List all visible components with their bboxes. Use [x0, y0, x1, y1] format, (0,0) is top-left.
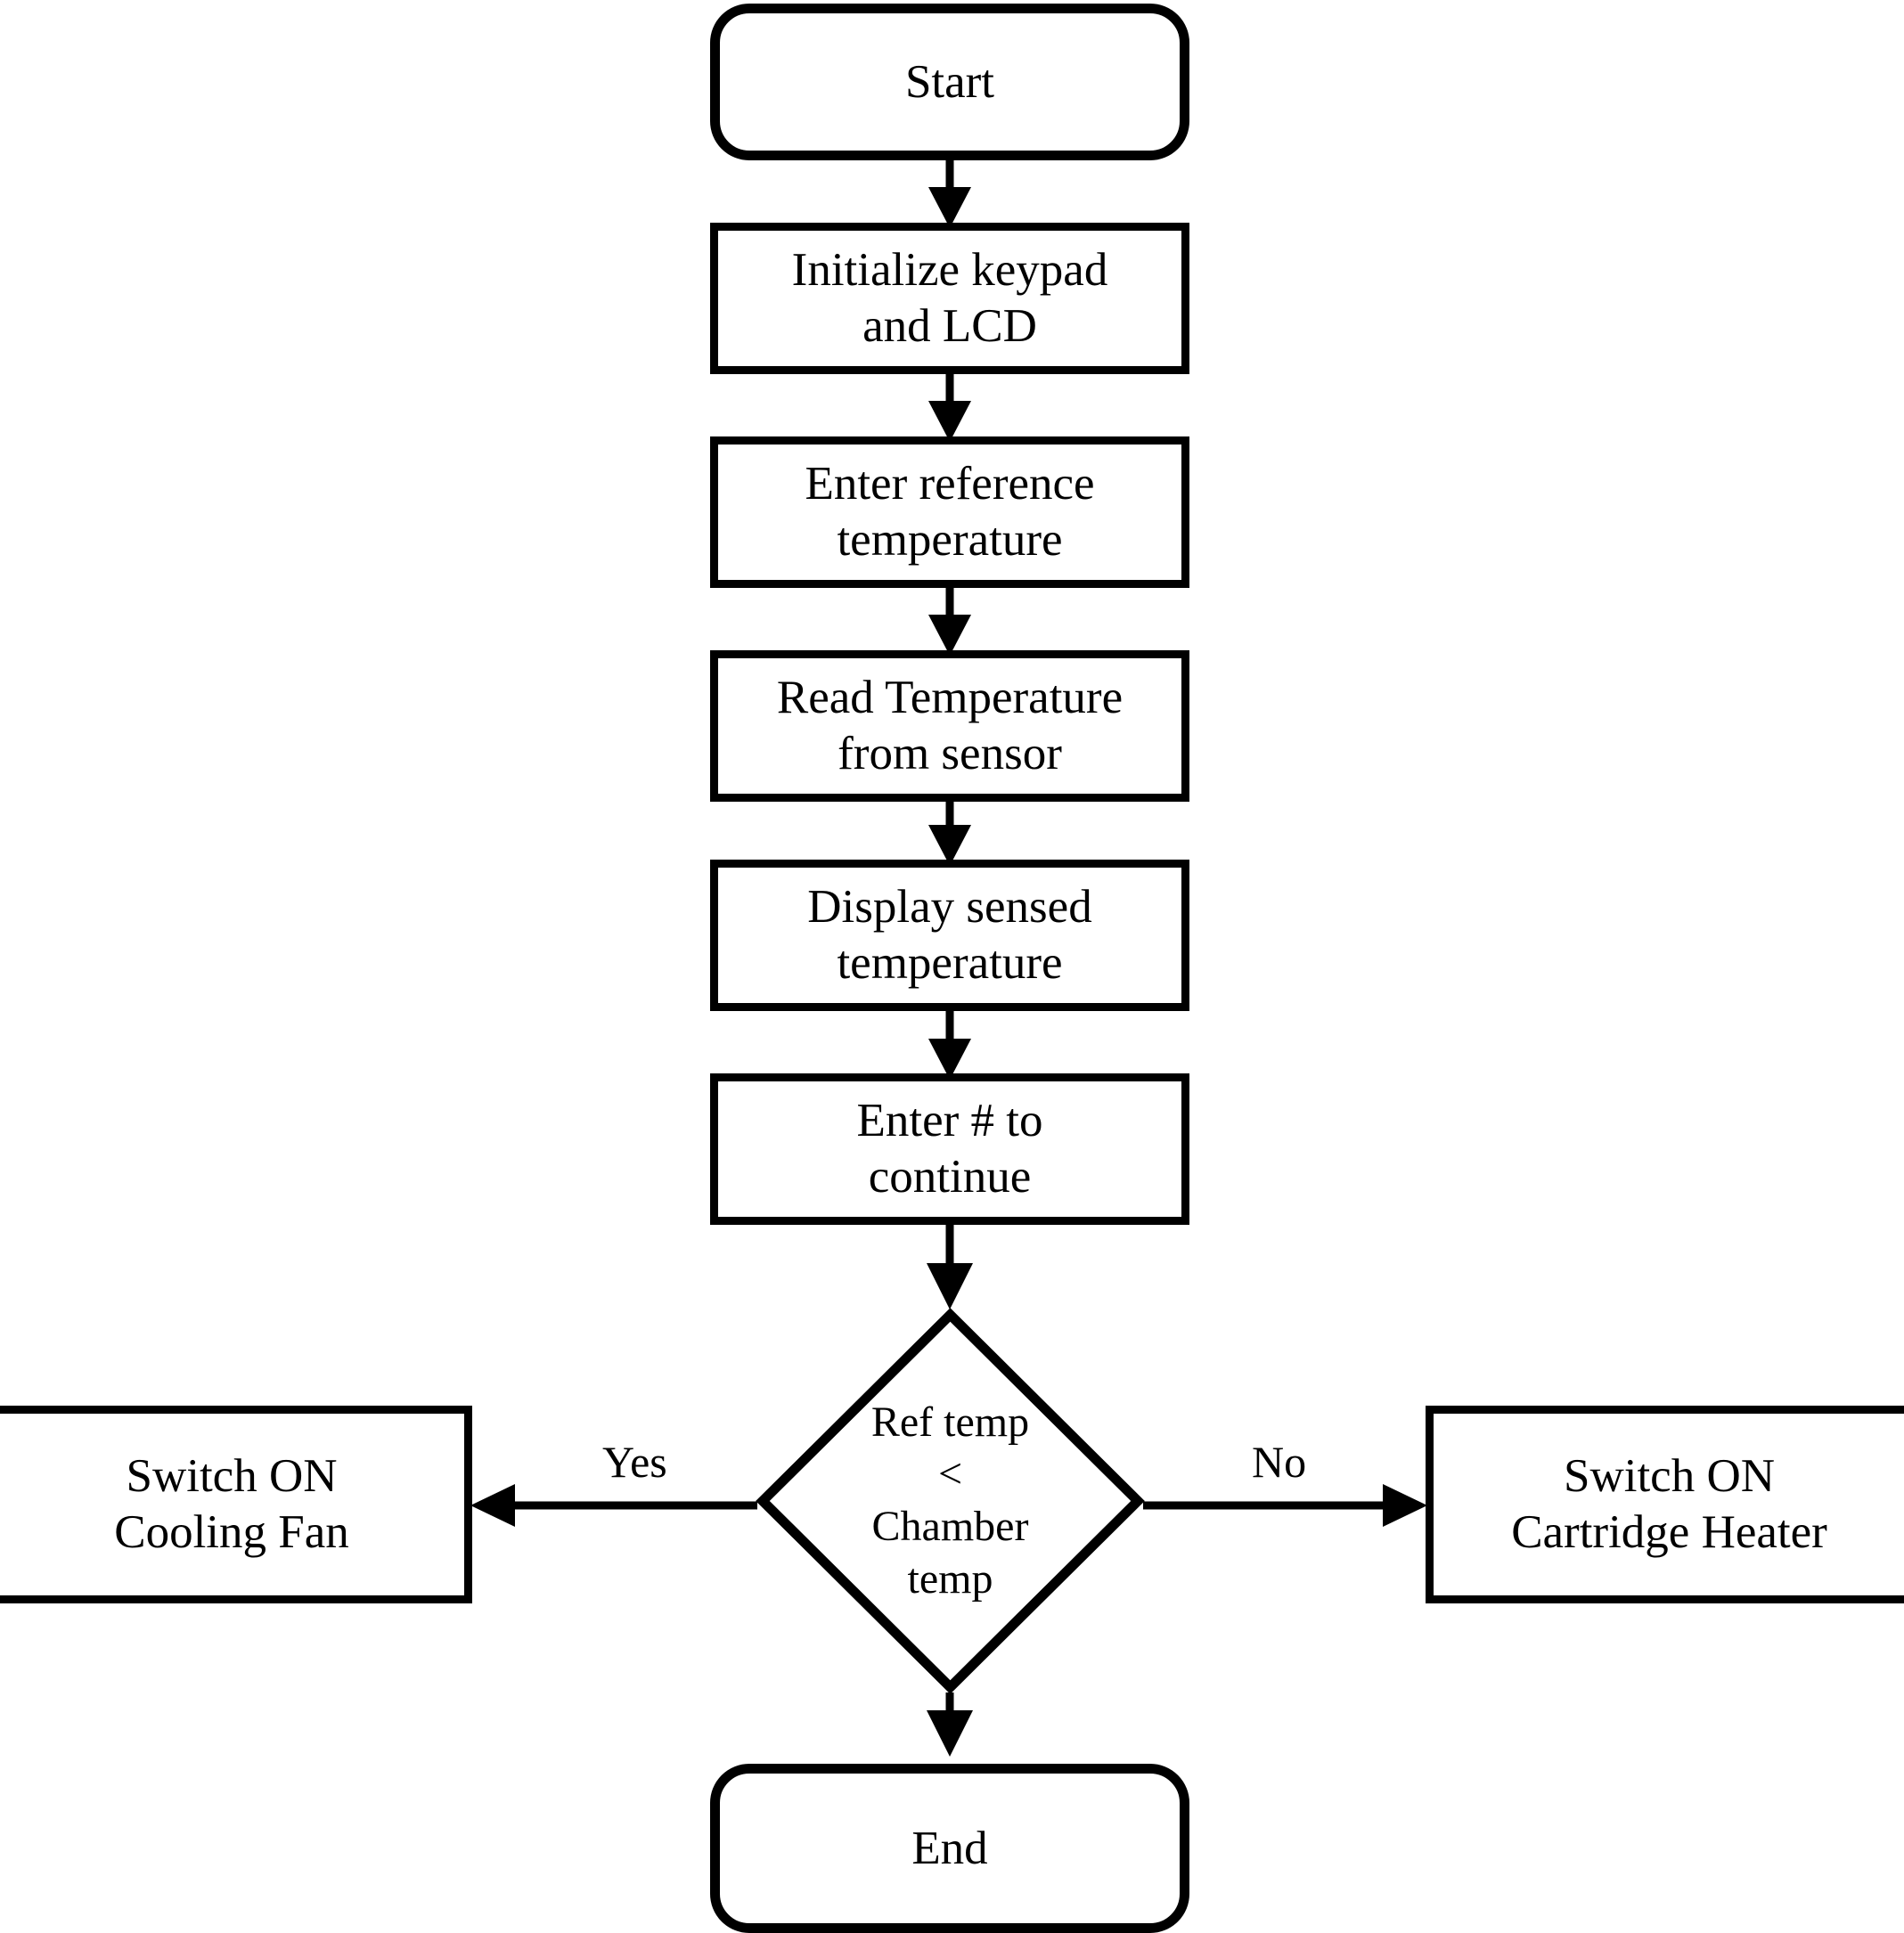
- node-end[interactable]: End: [710, 1764, 1189, 1933]
- node-display-sensed-temperature[interactable]: Display sensed temperature: [710, 860, 1189, 1011]
- node-start-label: Start: [904, 55, 995, 108]
- node-switch-on-cooling-fan[interactable]: Switch ON Cooling Fan: [0, 1406, 472, 1603]
- node-switch-on-cooling-fan-label: Switch ON Cooling Fan: [114, 1450, 349, 1558]
- node-start[interactable]: Start: [710, 4, 1189, 160]
- edge-init-to-enter-reference: [928, 374, 971, 442]
- node-display-sensed-temperature-label: Display sensed temperature: [807, 881, 1092, 989]
- node-enter-hash-to-continue[interactable]: Enter # to continue: [710, 1073, 1189, 1225]
- node-enter-reference-temperature[interactable]: Enter reference temperature: [710, 436, 1189, 588]
- edge-decision-to-cartridge-heater: [1143, 1484, 1427, 1527]
- edge-decision-to-cooling-fan: [470, 1484, 757, 1527]
- node-enter-hash-to-continue-label: Enter # to continue: [856, 1095, 1043, 1203]
- decision-diamond-shape: [756, 1308, 1145, 1694]
- node-initialize-keypad-and-lcd[interactable]: Initialize keypad and LCD: [710, 223, 1189, 374]
- node-switch-on-cartridge-heater[interactable]: Switch ON Cartridge Heater: [1426, 1406, 1904, 1603]
- node-end-label: End: [911, 1822, 988, 1874]
- flowchart-canvas: Start Initialize keypad and LCD Enter re…: [0, 0, 1904, 1933]
- edge-label-no: No: [1252, 1437, 1307, 1487]
- node-initialize-keypad-and-lcd-label: Initialize keypad and LCD: [791, 244, 1108, 352]
- node-enter-reference-temperature-label: Enter reference temperature: [805, 458, 1095, 566]
- node-switch-on-cartridge-heater-label: Switch ON Cartridge Heater: [1511, 1450, 1827, 1558]
- node-read-temperature-from-sensor-label: Read Temperature from sensor: [776, 672, 1124, 779]
- node-read-temperature-from-sensor[interactable]: Read Temperature from sensor: [710, 650, 1189, 802]
- edge-decision-to-end: [927, 1692, 973, 1757]
- edge-read-temperature-to-display: [928, 802, 971, 866]
- edge-label-yes: Yes: [602, 1437, 667, 1487]
- edge-start-to-init: [928, 160, 971, 228]
- edge-enter-reference-to-read-temperature: [928, 588, 971, 656]
- node-decision-ref-temp-vs-chamber-temp[interactable]: Ref temp < Chamber temp: [756, 1308, 1145, 1694]
- edge-enter-hash-to-decision: [927, 1225, 973, 1309]
- edge-display-to-enter-hash: [928, 1011, 971, 1080]
